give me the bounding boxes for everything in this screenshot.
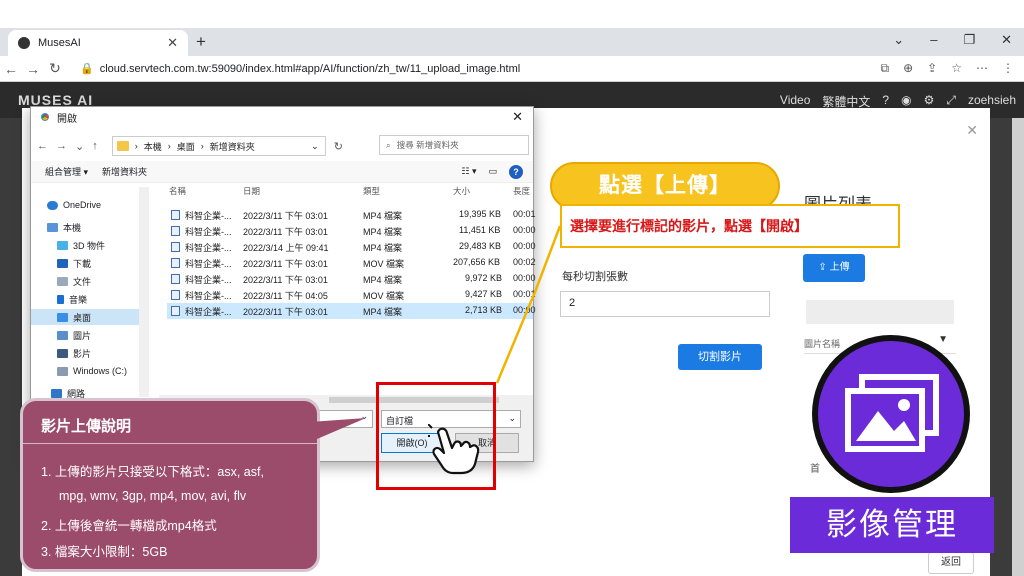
instruction-note: 選擇要進行標記的影片，點選【開啟】 — [560, 204, 900, 248]
image-gallery-icon — [845, 374, 939, 452]
callout-title: 影片上傳說明 — [41, 418, 132, 435]
screenshot-stage: MusesAI ✕ + ⌄ – ❐ ✕ ← → ↻ 🔒 cloud.servtec… — [0, 0, 1024, 576]
instruction-pill: 點選【上傳】 — [550, 162, 780, 210]
image-management-label: 影像管理 — [790, 497, 994, 553]
image-management-badge — [812, 335, 970, 493]
connector-line — [495, 291, 537, 384]
callout-divider — [23, 443, 317, 444]
callout-pointer — [310, 418, 366, 442]
connector-line — [533, 225, 562, 293]
badge-circle — [818, 341, 964, 487]
callout-item: 2. 上傳後會統一轉檔成mp4格式 — [41, 519, 217, 533]
callout-item: 3. 檔案大小限制：5GB — [41, 545, 168, 559]
upload-notes-callout: 影片上傳說明 1. 上傳的影片只接受以下格式：asx, asf, mpg, wm… — [20, 398, 320, 572]
callout-item: mpg, wmv, 3gp, mp4, mov, avi, flv — [59, 489, 247, 503]
hand-pointer-icon — [428, 424, 480, 475]
callout-item: 1. 上傳的影片只接受以下格式：asx, asf, — [41, 465, 264, 479]
